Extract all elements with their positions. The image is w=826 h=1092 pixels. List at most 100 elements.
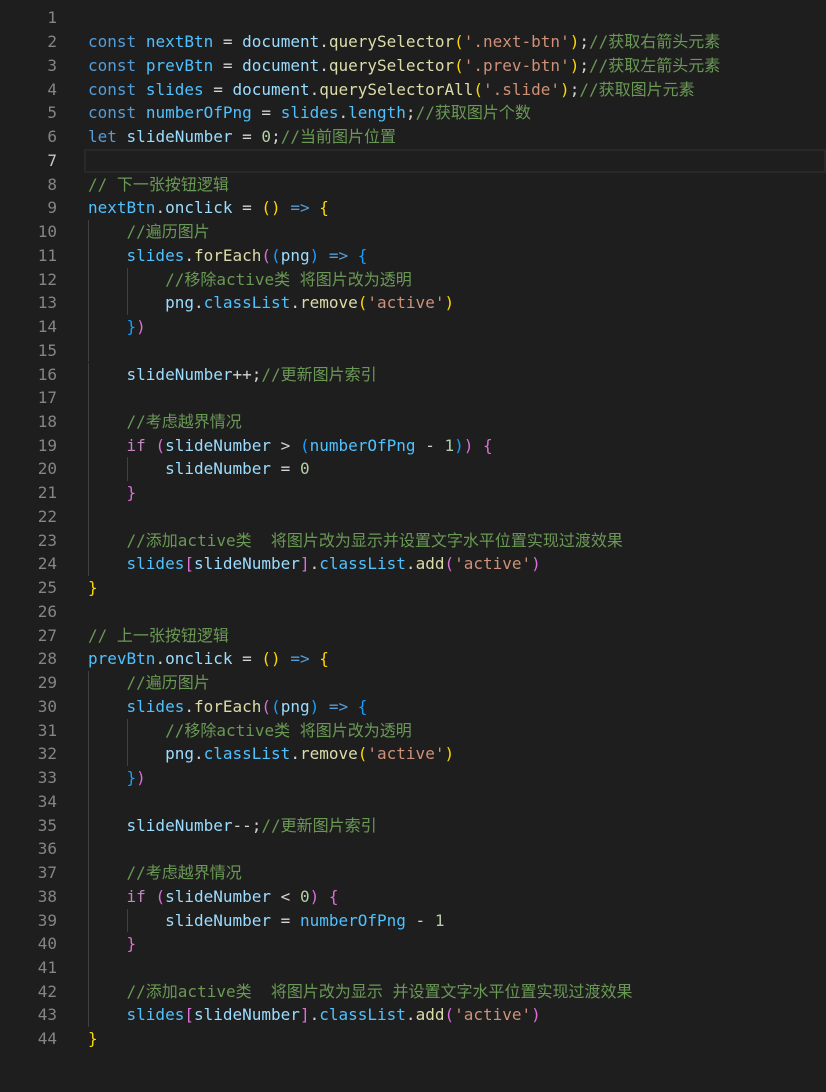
code-line[interactable]: 42 //添加active类 将图片改为显示 并设置文字水平位置实现过渡效果 xyxy=(0,979,826,1004)
code-token: //更新图片索引 xyxy=(261,364,377,384)
code-editor[interactable]: 1 2 const nextBtn = document.querySelector… xyxy=(0,0,826,1092)
code-line[interactable]: 1 xyxy=(0,6,826,30)
code-token: ; xyxy=(405,103,416,123)
code-token: ) xyxy=(531,554,541,574)
code-token: ( xyxy=(444,1005,455,1025)
code-line[interactable]: 41 xyxy=(0,956,826,980)
code-token: length xyxy=(348,103,406,123)
code-line[interactable]: 43 slides[slideNumber].classList.add('ac… xyxy=(0,1003,826,1028)
code-line[interactable]: 19 if (slideNumber > (numberOfPng - 1)) … xyxy=(0,433,826,458)
line-number: 1 xyxy=(47,8,57,28)
code-line[interactable]: 20 slideNumber = 0 xyxy=(0,457,826,482)
code-line[interactable]: 15 xyxy=(0,338,826,363)
code-line[interactable]: 11 slides.forEach((png) => { xyxy=(0,243,826,268)
code-token: { xyxy=(357,245,368,265)
code-line[interactable]: 21 } xyxy=(0,481,826,505)
code-text: //添加active类 将图片改为显示并设置文字水平位置实现过渡效果 xyxy=(88,529,623,553)
code-line[interactable]: 22 xyxy=(0,504,826,529)
code-line[interactable]: 5 const numberOfPng = slides.length;//获取图… xyxy=(0,101,826,125)
code-line[interactable]: 26 xyxy=(0,600,826,624)
code-token: const xyxy=(88,79,137,99)
code-line[interactable]: 34 xyxy=(0,789,826,814)
code-line[interactable]: 39 slideNumber = numberOfPng - 1 xyxy=(0,908,826,933)
code-token: ( xyxy=(261,245,272,265)
code-line[interactable]: 28 prevBtn.onclick = () => { xyxy=(0,647,826,671)
code-token: png xyxy=(165,744,194,764)
code-token: '.prev-btn' xyxy=(463,55,570,75)
code-text: //移除active类 将图片改为透明 xyxy=(88,268,412,292)
code-line[interactable]: 33 }) xyxy=(0,766,826,790)
code-line[interactable]: 25} xyxy=(0,576,826,600)
code-line[interactable]: 23 //添加active类 将图片改为显示并设置文字水平位置实现过渡效果 xyxy=(0,528,826,553)
code-token: { xyxy=(328,886,339,906)
code-line[interactable]: 4 const slides = document.querySelectorAl… xyxy=(0,78,826,102)
code-token: forEach xyxy=(193,245,262,265)
code-line[interactable]: 18 //考虑越界情况 xyxy=(0,409,826,434)
code-line[interactable]: 35 slideNumber--;//更新图片索引 xyxy=(0,813,826,838)
code-text: //考虑越界情况 xyxy=(88,861,242,885)
line-number: 15 xyxy=(37,340,57,360)
code-line[interactable]: 27 // 上一张按钮逻辑 xyxy=(0,624,826,648)
code-line[interactable]: 38 if (slideNumber < 0) { xyxy=(0,884,826,909)
line-number: 34 xyxy=(37,791,57,811)
code-token: . xyxy=(319,32,329,52)
code-text: slides.forEach((png) => { xyxy=(88,695,368,719)
code-line[interactable]: 30 slides.forEach((png) => { xyxy=(0,694,826,719)
code-token: forEach xyxy=(193,696,262,716)
code-text: if (slideNumber < 0) { xyxy=(88,885,339,909)
code-line[interactable]: 3 const prevBtn = document.querySelector(… xyxy=(0,54,826,78)
code-token: //获取右箭头元素 xyxy=(588,32,721,52)
code-line[interactable]: 36 xyxy=(0,837,826,862)
code-token: 1 xyxy=(434,910,445,930)
code-token: //考虑越界情况 xyxy=(126,411,242,431)
line-number: 42 xyxy=(37,981,57,1001)
code-token: } xyxy=(88,578,98,598)
code-token: querySelectorAll xyxy=(319,79,474,99)
code-token: = xyxy=(232,649,262,669)
code-line[interactable]: 31 //移除active类 将图片改为透明 xyxy=(0,718,826,743)
code-line[interactable]: 2 const nextBtn = document.querySelector(… xyxy=(0,30,826,54)
code-text: png.classList.remove('active') xyxy=(88,742,454,766)
line-number: 40 xyxy=(37,934,57,954)
code-line[interactable]: 8 // 下一张按钮逻辑 xyxy=(0,173,826,197)
code-line[interactable]: 24 slides[slideNumber].classList.add('ac… xyxy=(0,552,826,577)
line-number: 21 xyxy=(37,483,57,503)
code-text: slides[slideNumber].classList.add('activ… xyxy=(88,1003,541,1027)
code-line[interactable]: 7 xyxy=(0,148,826,173)
code-line[interactable]: 13 png.classList.remove('active') xyxy=(0,291,826,315)
code-line[interactable]: 6 let slideNumber = 0;//当前图片位置 xyxy=(0,125,826,149)
code-token: slideNumber xyxy=(126,364,233,384)
code-token: classList xyxy=(203,293,291,313)
code-token: . xyxy=(338,103,349,123)
code-line[interactable]: 44} xyxy=(0,1027,826,1051)
code-text: }) xyxy=(88,315,146,339)
code-token: . xyxy=(290,293,300,313)
code-token: nextBtn xyxy=(88,198,156,218)
code-line[interactable]: 32 png.classList.remove('active') xyxy=(0,742,826,767)
code-line[interactable]: 17 xyxy=(0,386,826,410)
code-token: . xyxy=(184,696,194,716)
code-line[interactable]: 29 //遍历图片 xyxy=(0,671,826,695)
code-text: prevBtn.onclick = () => { xyxy=(88,647,329,671)
code-line[interactable]: 40 } xyxy=(0,932,826,956)
code-line[interactable]: 37 //考虑越界情况 xyxy=(0,861,826,885)
code-token: --; xyxy=(232,815,262,835)
code-token: //移除active类 将图片改为透明 xyxy=(165,269,412,289)
line-number: 29 xyxy=(37,673,57,693)
code-token: = xyxy=(232,198,262,218)
code-line[interactable]: 16 slideNumber++;//更新图片索引 xyxy=(0,362,826,387)
code-token: 0 xyxy=(299,886,310,906)
code-line[interactable]: 9 nextBtn.onclick = () => { xyxy=(0,196,826,220)
code-line[interactable]: 12 //移除active类 将图片改为透明 xyxy=(0,267,826,292)
code-token: //遍历图片 xyxy=(126,222,210,242)
code-line[interactable]: 10 //遍历图片 xyxy=(0,220,826,244)
code-line[interactable]: 14 }) xyxy=(0,315,826,339)
